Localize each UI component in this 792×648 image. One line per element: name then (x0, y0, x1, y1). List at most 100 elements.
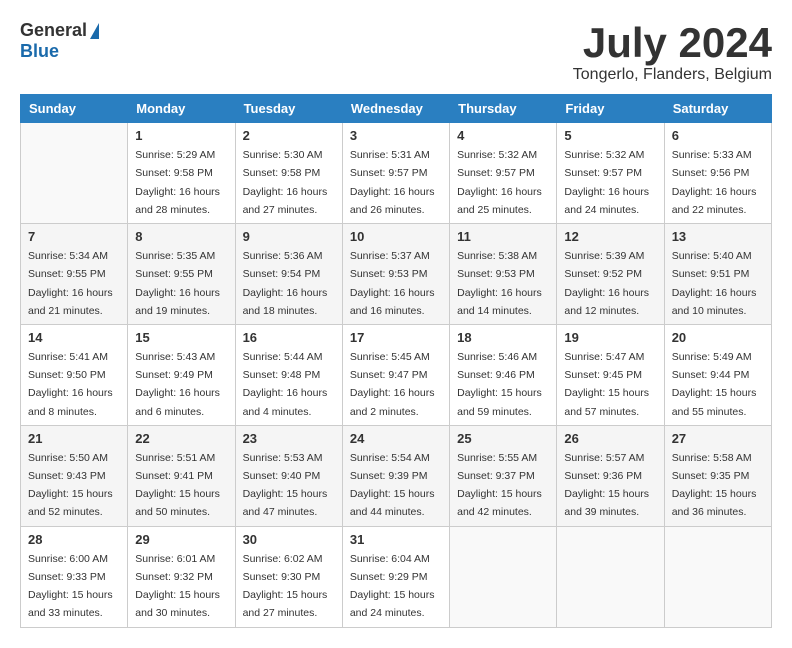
day-number: 20 (672, 330, 764, 345)
day-number: 22 (135, 431, 227, 446)
day-number: 8 (135, 229, 227, 244)
day-info: Sunrise: 5:35 AMSunset: 9:55 PMDaylight:… (135, 250, 220, 317)
day-number: 29 (135, 532, 227, 547)
month-year-title: July 2024 (573, 20, 772, 66)
day-number: 19 (564, 330, 656, 345)
day-info: Sunrise: 5:37 AMSunset: 9:53 PMDaylight:… (350, 250, 435, 317)
day-info: Sunrise: 6:01 AMSunset: 9:32 PMDaylight:… (135, 553, 220, 620)
day-header-saturday: Saturday (664, 95, 771, 123)
logo-triangle-icon (90, 23, 99, 39)
logo-general-text: General (20, 20, 87, 41)
day-info: Sunrise: 5:43 AMSunset: 9:49 PMDaylight:… (135, 351, 220, 418)
calendar-cell: 5 Sunrise: 5:32 AMSunset: 9:57 PMDayligh… (557, 123, 664, 224)
day-info: Sunrise: 5:41 AMSunset: 9:50 PMDaylight:… (28, 351, 113, 418)
day-info: Sunrise: 5:54 AMSunset: 9:39 PMDaylight:… (350, 452, 435, 519)
day-info: Sunrise: 6:04 AMSunset: 9:29 PMDaylight:… (350, 553, 435, 620)
day-info: Sunrise: 5:47 AMSunset: 9:45 PMDaylight:… (564, 351, 649, 418)
calendar-cell: 24 Sunrise: 5:54 AMSunset: 9:39 PMDaylig… (342, 425, 449, 526)
day-info: Sunrise: 5:53 AMSunset: 9:40 PMDaylight:… (243, 452, 328, 519)
calendar-cell: 25 Sunrise: 5:55 AMSunset: 9:37 PMDaylig… (450, 425, 557, 526)
day-info: Sunrise: 5:45 AMSunset: 9:47 PMDaylight:… (350, 351, 435, 418)
calendar-cell: 10 Sunrise: 5:37 AMSunset: 9:53 PMDaylig… (342, 224, 449, 325)
calendar-cell: 11 Sunrise: 5:38 AMSunset: 9:53 PMDaylig… (450, 224, 557, 325)
calendar-cell: 22 Sunrise: 5:51 AMSunset: 9:41 PMDaylig… (128, 425, 235, 526)
day-number: 28 (28, 532, 120, 547)
day-header-monday: Monday (128, 95, 235, 123)
day-number: 6 (672, 128, 764, 143)
day-info: Sunrise: 5:30 AMSunset: 9:58 PMDaylight:… (243, 149, 328, 216)
day-info: Sunrise: 5:44 AMSunset: 9:48 PMDaylight:… (243, 351, 328, 418)
day-number: 26 (564, 431, 656, 446)
location-subtitle: Tongerlo, Flanders, Belgium (573, 66, 772, 84)
day-info: Sunrise: 5:34 AMSunset: 9:55 PMDaylight:… (28, 250, 113, 317)
calendar-cell: 17 Sunrise: 5:45 AMSunset: 9:47 PMDaylig… (342, 324, 449, 425)
logo-content: General Blue (20, 20, 100, 62)
calendar-cell (21, 123, 128, 224)
calendar-cell: 15 Sunrise: 5:43 AMSunset: 9:49 PMDaylig… (128, 324, 235, 425)
day-info: Sunrise: 5:33 AMSunset: 9:56 PMDaylight:… (672, 149, 757, 216)
calendar-cell: 26 Sunrise: 5:57 AMSunset: 9:36 PMDaylig… (557, 425, 664, 526)
calendar-cell: 18 Sunrise: 5:46 AMSunset: 9:46 PMDaylig… (450, 324, 557, 425)
calendar-cell: 13 Sunrise: 5:40 AMSunset: 9:51 PMDaylig… (664, 224, 771, 325)
day-info: Sunrise: 5:58 AMSunset: 9:35 PMDaylight:… (672, 452, 757, 519)
day-info: Sunrise: 6:00 AMSunset: 9:33 PMDaylight:… (28, 553, 113, 620)
day-number: 15 (135, 330, 227, 345)
day-number: 17 (350, 330, 442, 345)
day-number: 25 (457, 431, 549, 446)
day-info: Sunrise: 5:46 AMSunset: 9:46 PMDaylight:… (457, 351, 542, 418)
title-block: July 2024 Tongerlo, Flanders, Belgium (573, 20, 772, 84)
day-number: 16 (243, 330, 335, 345)
day-number: 30 (243, 532, 335, 547)
day-number: 7 (28, 229, 120, 244)
day-info: Sunrise: 5:38 AMSunset: 9:53 PMDaylight:… (457, 250, 542, 317)
logo: General Blue (20, 20, 100, 62)
day-number: 2 (243, 128, 335, 143)
calendar-cell: 19 Sunrise: 5:47 AMSunset: 9:45 PMDaylig… (557, 324, 664, 425)
calendar-cell: 8 Sunrise: 5:35 AMSunset: 9:55 PMDayligh… (128, 224, 235, 325)
day-number: 13 (672, 229, 764, 244)
calendar-table: SundayMondayTuesdayWednesdayThursdayFrid… (20, 94, 772, 627)
calendar-cell: 9 Sunrise: 5:36 AMSunset: 9:54 PMDayligh… (235, 224, 342, 325)
day-info: Sunrise: 5:31 AMSunset: 9:57 PMDaylight:… (350, 149, 435, 216)
day-header-friday: Friday (557, 95, 664, 123)
day-info: Sunrise: 5:40 AMSunset: 9:51 PMDaylight:… (672, 250, 757, 317)
day-info: Sunrise: 5:32 AMSunset: 9:57 PMDaylight:… (457, 149, 542, 216)
calendar-cell: 27 Sunrise: 5:58 AMSunset: 9:35 PMDaylig… (664, 425, 771, 526)
day-number: 21 (28, 431, 120, 446)
day-number: 14 (28, 330, 120, 345)
calendar-cell: 2 Sunrise: 5:30 AMSunset: 9:58 PMDayligh… (235, 123, 342, 224)
calendar-cell: 14 Sunrise: 5:41 AMSunset: 9:50 PMDaylig… (21, 324, 128, 425)
day-info: Sunrise: 5:39 AMSunset: 9:52 PMDaylight:… (564, 250, 649, 317)
calendar-header: SundayMondayTuesdayWednesdayThursdayFrid… (21, 95, 772, 123)
day-number: 1 (135, 128, 227, 143)
day-header-wednesday: Wednesday (342, 95, 449, 123)
calendar-cell: 23 Sunrise: 5:53 AMSunset: 9:40 PMDaylig… (235, 425, 342, 526)
day-number: 23 (243, 431, 335, 446)
day-info: Sunrise: 5:57 AMSunset: 9:36 PMDaylight:… (564, 452, 649, 519)
day-info: Sunrise: 5:49 AMSunset: 9:44 PMDaylight:… (672, 351, 757, 418)
day-number: 9 (243, 229, 335, 244)
day-info: Sunrise: 6:02 AMSunset: 9:30 PMDaylight:… (243, 553, 328, 620)
calendar-cell: 4 Sunrise: 5:32 AMSunset: 9:57 PMDayligh… (450, 123, 557, 224)
day-number: 18 (457, 330, 549, 345)
day-info: Sunrise: 5:55 AMSunset: 9:37 PMDaylight:… (457, 452, 542, 519)
page-header: General Blue July 2024 Tongerlo, Flander… (20, 20, 772, 84)
day-number: 3 (350, 128, 442, 143)
calendar-cell: 16 Sunrise: 5:44 AMSunset: 9:48 PMDaylig… (235, 324, 342, 425)
day-header-thursday: Thursday (450, 95, 557, 123)
day-number: 12 (564, 229, 656, 244)
calendar-cell: 21 Sunrise: 5:50 AMSunset: 9:43 PMDaylig… (21, 425, 128, 526)
day-header-tuesday: Tuesday (235, 95, 342, 123)
day-info: Sunrise: 5:50 AMSunset: 9:43 PMDaylight:… (28, 452, 113, 519)
calendar-cell: 7 Sunrise: 5:34 AMSunset: 9:55 PMDayligh… (21, 224, 128, 325)
day-info: Sunrise: 5:36 AMSunset: 9:54 PMDaylight:… (243, 250, 328, 317)
calendar-cell: 3 Sunrise: 5:31 AMSunset: 9:57 PMDayligh… (342, 123, 449, 224)
calendar-cell: 6 Sunrise: 5:33 AMSunset: 9:56 PMDayligh… (664, 123, 771, 224)
day-number: 31 (350, 532, 442, 547)
day-info: Sunrise: 5:29 AMSunset: 9:58 PMDaylight:… (135, 149, 220, 216)
logo-blue-text: Blue (20, 41, 59, 61)
day-header-sunday: Sunday (21, 95, 128, 123)
day-number: 24 (350, 431, 442, 446)
day-info: Sunrise: 5:32 AMSunset: 9:57 PMDaylight:… (564, 149, 649, 216)
calendar-cell: 12 Sunrise: 5:39 AMSunset: 9:52 PMDaylig… (557, 224, 664, 325)
